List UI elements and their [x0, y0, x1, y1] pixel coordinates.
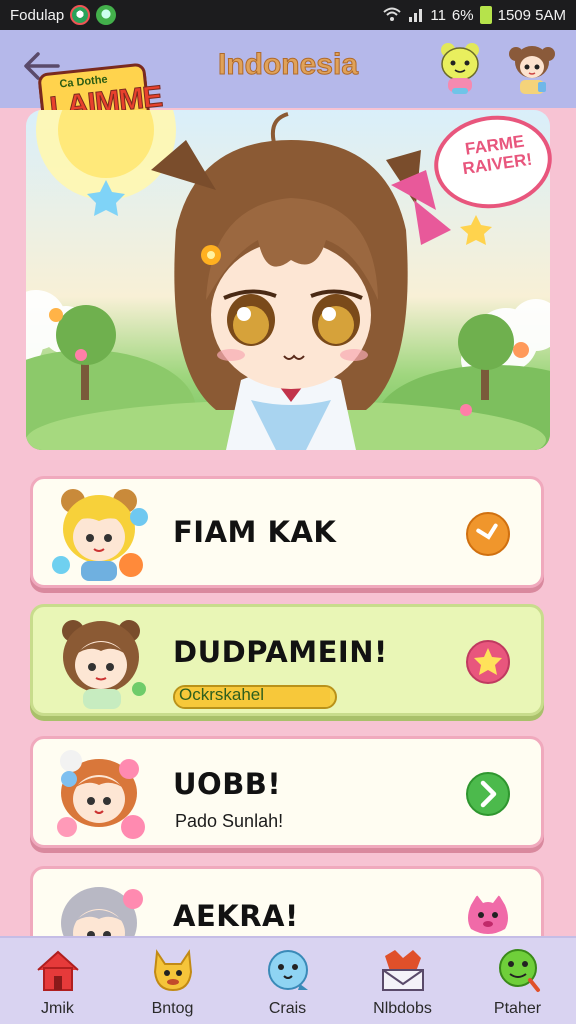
list-item[interactable]: DUDPAMEIN! Ockrskahel — [30, 604, 544, 716]
frog-icon — [499, 949, 540, 992]
nav-item-crais[interactable]: Crais — [230, 938, 345, 1024]
blonde-bear-girl-avatar — [52, 489, 148, 581]
green-bear-avatar-icon[interactable] — [436, 40, 484, 96]
orange-hair-girl-avatar — [57, 750, 145, 839]
list-item-title: AEKRA! — [173, 899, 299, 933]
page-title: Indonesia — [217, 48, 359, 82]
list-item-title: UOBB! — [173, 767, 282, 801]
nav-label: Crais — [268, 1000, 307, 1017]
cat-icon[interactable] — [465, 893, 511, 939]
battery-text: 6% — [451, 6, 474, 24]
wifi-icon — [383, 7, 402, 21]
star-icon[interactable] — [465, 639, 511, 685]
chat-notification-icon — [96, 5, 117, 25]
speech-bubble-text: FARME RAIVER! — [461, 131, 534, 179]
progress-label: Ockrskahel — [179, 685, 265, 704]
nav-item-home[interactable]: Jmik — [0, 938, 115, 1024]
app-header: Ca Dothe LAIMME Indonesia — [0, 30, 576, 132]
progress-bar: Ockrskahel — [173, 685, 337, 709]
chevron-right-icon[interactable] — [465, 511, 511, 557]
girl-avatar-icon[interactable] — [508, 40, 556, 96]
battery-icon — [479, 6, 492, 24]
list-item-title: DUDPAMEIN! — [173, 635, 388, 669]
nav-label: Jmik — [41, 1000, 74, 1017]
notification-icon — [70, 5, 91, 25]
list-item-subtitle: Pado Sunlah! — [175, 811, 284, 831]
chevron-right-icon[interactable] — [465, 771, 511, 817]
bottom-navigation: Jmik Bntog Crais Nlbdobs Ptaher — [0, 936, 576, 1024]
home-icon — [37, 950, 79, 991]
nav-item-nlbdobs[interactable]: Nlbdobs — [345, 938, 460, 1024]
nav-label: Nlbdobs — [373, 1000, 432, 1017]
nav-label: Ptaher — [493, 1000, 542, 1017]
list-item-title: FIAM KAK — [173, 515, 337, 549]
nav-item-bntog[interactable]: Bntog — [115, 938, 230, 1024]
signal-icon — [409, 9, 423, 22]
nav-label: Bntog — [151, 1000, 194, 1017]
fox-icon — [153, 949, 193, 992]
list-item[interactable]: FIAM KAK — [30, 476, 544, 588]
brown-hair-girl-avatar — [62, 620, 146, 709]
nav-item-ptaher[interactable]: Ptaher — [460, 938, 575, 1024]
list-item[interactable]: UOBB! Pado Sunlah! — [30, 736, 544, 848]
status-app-name: Fodulap — [10, 6, 65, 24]
status-bar: Fodulap 11 6% 1509 5AM — [0, 0, 576, 30]
status-time: 1509 5AM — [497, 6, 566, 24]
signal-text: 11 — [430, 6, 446, 24]
envelope-icon — [382, 950, 424, 991]
bird-icon — [268, 950, 308, 990]
